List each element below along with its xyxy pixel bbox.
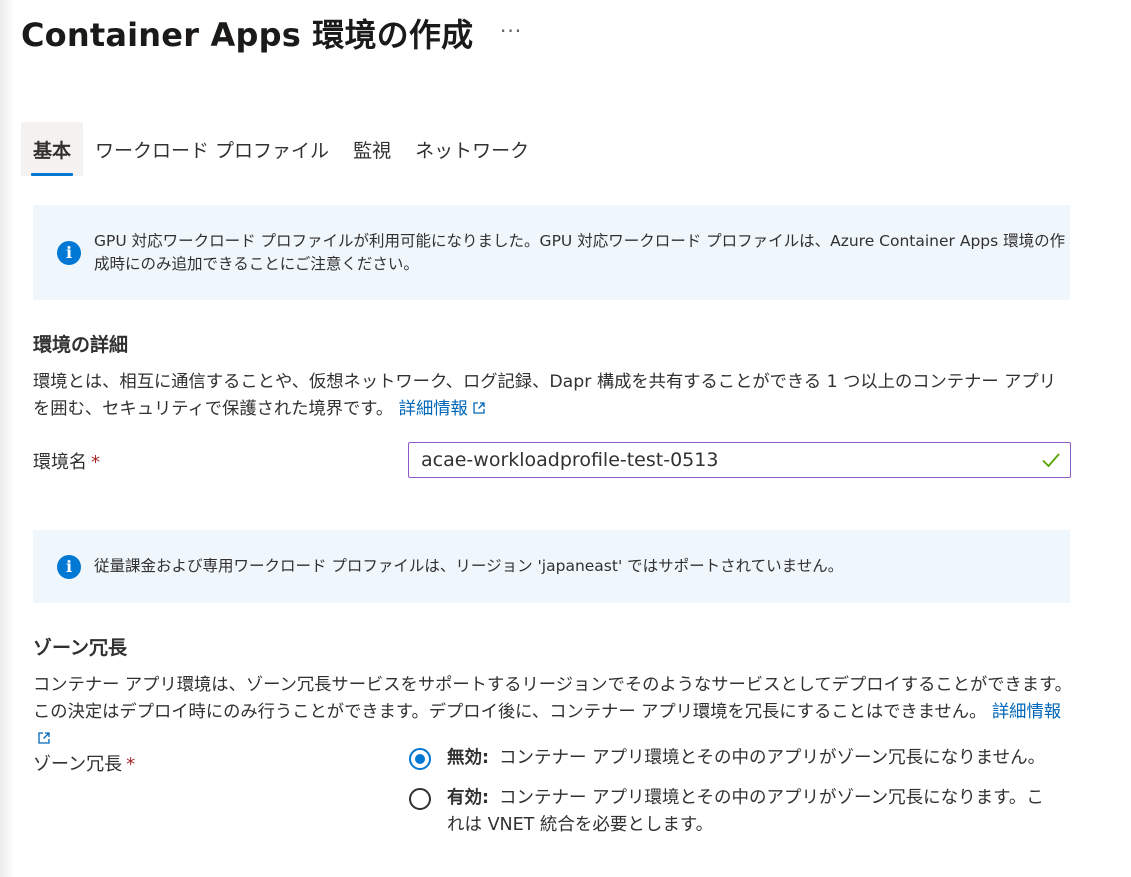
tab-bar: 基本 ワークロード プロファイル 監視 ネットワーク bbox=[21, 122, 541, 176]
env-learn-more-label: 詳細情報 bbox=[398, 399, 468, 419]
zone-option-disabled[interactable]: 無効: コンテナー アプリ環境とその中のアプリがゾーン冗長になりません。 bbox=[409, 745, 1047, 772]
required-asterisk: * bbox=[126, 754, 136, 775]
env-learn-more-link[interactable]: 詳細情報 bbox=[399, 399, 486, 419]
zone-option-disabled-text: 無効: コンテナー アプリ環境とその中のアプリがゾーン冗長になりません。 bbox=[447, 745, 1047, 772]
env-details-heading: 環境の詳細 bbox=[33, 334, 129, 356]
zone-option-enabled-text: 有効: コンテナー アプリ環境とその中のアプリがゾーン冗長になります。これは VN… bbox=[447, 785, 1047, 839]
info-icon: i bbox=[57, 554, 81, 579]
zone-heading: ゾーン冗長 bbox=[33, 637, 128, 659]
radio-disabled[interactable] bbox=[409, 748, 431, 770]
env-name-value: acae-workloadprofile-test-0513 bbox=[421, 449, 719, 471]
tab-basics[interactable]: 基本 bbox=[21, 122, 84, 176]
env-details-description: 環境とは、相互に通信することや、仮想ネットワーク、ログ記録、Dapr 構成を共有… bbox=[33, 369, 1073, 423]
zone-label: ゾーン冗長 * bbox=[33, 750, 135, 776]
region-info-banner: i 従量課金および専用ワークロード プロファイルは、リージョン 'japanea… bbox=[33, 530, 1070, 603]
page-title: Container Apps 環境の作成 bbox=[21, 16, 474, 54]
zone-option-enabled-title: 有効: bbox=[447, 788, 489, 808]
tab-workload-profiles[interactable]: ワークロード プロファイル bbox=[83, 122, 341, 176]
zone-option-disabled-desc: コンテナー アプリ環境とその中のアプリがゾーン冗長になりません。 bbox=[499, 748, 1046, 768]
gpu-info-text: GPU 対応ワークロード プロファイルが利用可能になりました。GPU 対応ワーク… bbox=[94, 231, 1066, 273]
env-details-text: 環境とは、相互に通信することや、仮想ネットワーク、ログ記録、Dapr 構成を共有… bbox=[33, 372, 1056, 419]
checkmark-icon bbox=[1042, 453, 1060, 468]
env-name-label-text: 環境名 bbox=[33, 452, 87, 473]
more-icon[interactable]: ··· bbox=[500, 19, 522, 43]
radio-enabled[interactable] bbox=[409, 788, 431, 810]
zone-description: コンテナー アプリ環境は、ゾーン冗長サービスをサポートするリージョンでそのような… bbox=[33, 672, 1073, 753]
zone-option-enabled[interactable]: 有効: コンテナー アプリ環境とその中のアプリがゾーン冗長になります。これは VN… bbox=[409, 785, 1047, 839]
external-link-icon bbox=[38, 732, 50, 744]
zone-description-text: コンテナー アプリ環境は、ゾーン冗長サービスをサポートするリージョンでそのような… bbox=[33, 675, 1072, 722]
zone-label-text: ゾーン冗長 bbox=[33, 754, 123, 775]
blade-edge-shadow bbox=[0, 0, 14, 877]
info-icon: i bbox=[57, 240, 81, 265]
tab-networking[interactable]: ネットワーク bbox=[403, 122, 541, 176]
zone-option-disabled-title: 無効: bbox=[447, 748, 489, 768]
zone-learn-more-label: 詳細情報 bbox=[991, 702, 1062, 722]
region-info-text: 従量課金および専用ワークロード プロファイルは、リージョン 'japaneast… bbox=[94, 557, 844, 575]
tab-monitoring[interactable]: 監視 bbox=[341, 122, 403, 176]
zone-option-enabled-desc: コンテナー アプリ環境とその中のアプリがゾーン冗長になります。これは VNET … bbox=[447, 788, 1044, 835]
gpu-info-banner: i GPU 対応ワークロード プロファイルが利用可能になりました。GPU 対応ワ… bbox=[33, 205, 1070, 300]
required-asterisk: * bbox=[91, 452, 100, 473]
env-name-label: 環境名 * bbox=[33, 448, 100, 474]
external-link-icon bbox=[473, 402, 485, 414]
env-name-input[interactable]: acae-workloadprofile-test-0513 bbox=[408, 442, 1071, 478]
